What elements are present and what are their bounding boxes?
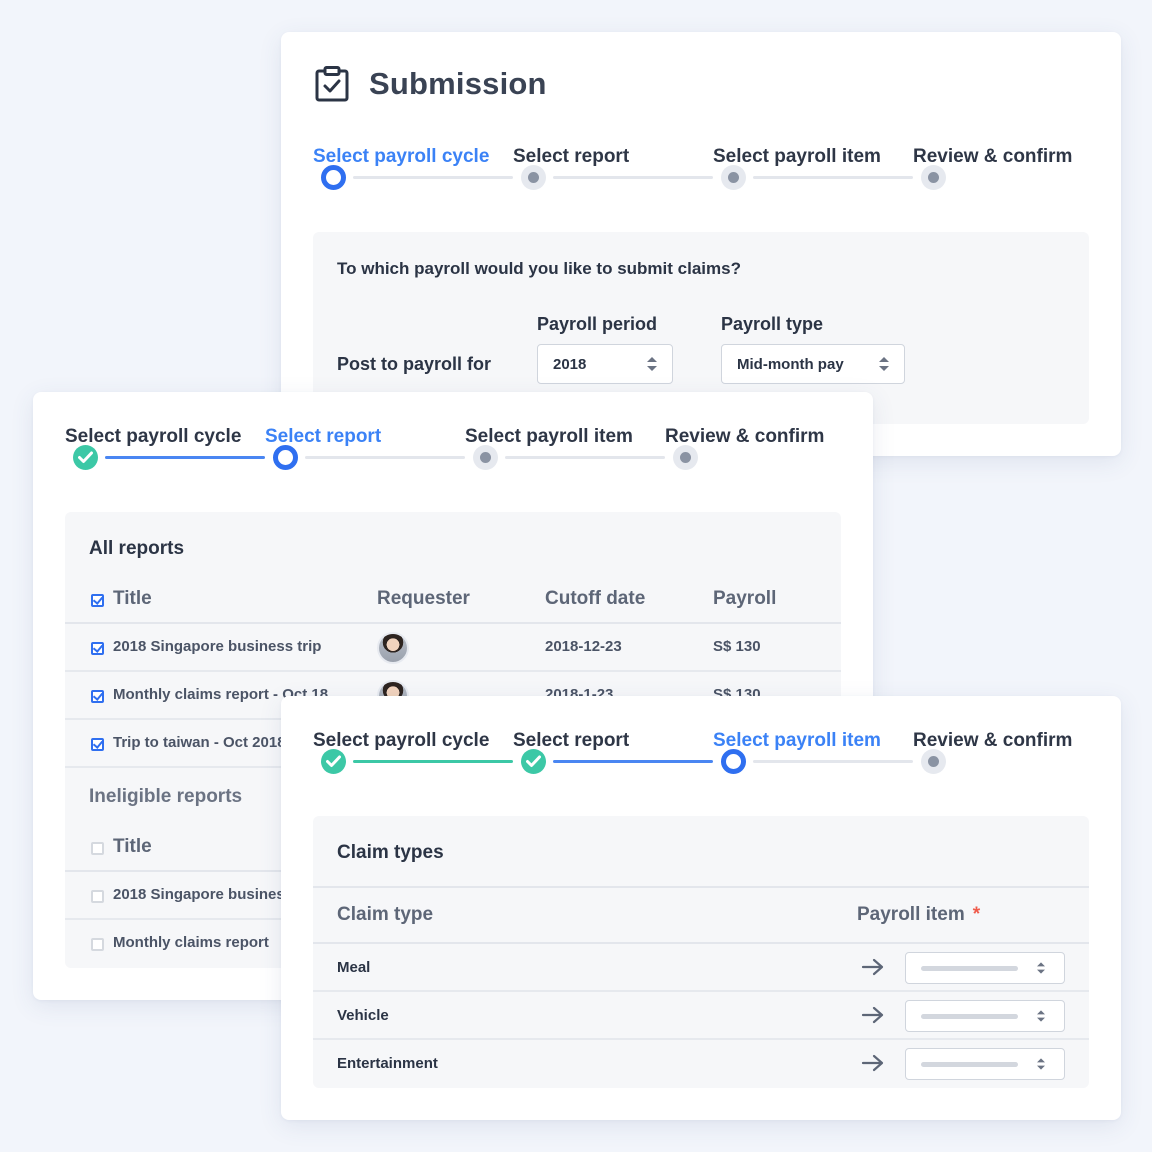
sort-arrows-icon: [1037, 1058, 1045, 1070]
step-connector: [753, 176, 913, 179]
claim-row-entertainment: Entertainment: [313, 1040, 1089, 1088]
check-icon: [321, 749, 346, 774]
stepper: Select payroll cycle Select report Selec…: [65, 426, 865, 486]
step-pending-indicator: [473, 445, 498, 470]
payroll-type-select[interactable]: Mid-month pay: [721, 344, 905, 384]
row-checkbox[interactable]: [91, 690, 104, 703]
payroll-item-select[interactable]: [905, 1000, 1065, 1032]
step-pending-indicator: [673, 445, 698, 470]
step-connector: [353, 176, 513, 179]
stepper: Select payroll cycle Select report Selec…: [313, 730, 1113, 790]
payroll-type-label: Payroll type: [721, 314, 824, 334]
column-title[interactable]: Title: [113, 588, 152, 610]
row-checkbox-disabled: [91, 938, 104, 951]
arrow-right-icon: [861, 1054, 884, 1072]
step-active-indicator: [321, 165, 346, 190]
payroll-type-value: Mid-month pay: [737, 355, 844, 373]
claim-types-header: Claim types: [313, 816, 1089, 888]
step-label-select-payroll-cycle[interactable]: Select payroll cycle: [65, 426, 241, 448]
sort-arrows-icon: [1037, 962, 1045, 974]
table-row[interactable]: 2018 Singapore business trip 2018-12-23 …: [65, 624, 841, 672]
step-pending-indicator: [521, 165, 546, 190]
page-title-row: Submission: [315, 66, 547, 102]
stepper: Select payroll cycle Select report Selec…: [313, 146, 1113, 206]
column-cutoff-date[interactable]: Cutoff date: [545, 588, 645, 610]
step-label-select-payroll-cycle[interactable]: Select payroll cycle: [313, 730, 489, 752]
arrow-right-icon: [861, 958, 884, 976]
page-title: Submission: [369, 66, 547, 101]
step-label-select-payroll-item[interactable]: Select payroll item: [713, 730, 881, 752]
step-pending-indicator: [921, 749, 946, 774]
step-pending-indicator: [921, 165, 946, 190]
payroll-period-select[interactable]: 2018: [537, 344, 673, 384]
claim-type-name: Meal: [337, 959, 371, 976]
column-payroll[interactable]: Payroll: [713, 588, 776, 610]
avatar: [377, 632, 409, 664]
step-connector: [305, 456, 465, 459]
claim-type-name: Entertainment: [337, 1055, 438, 1072]
sort-arrows-icon: [647, 357, 657, 371]
cutoff-date: 2018-12-23: [545, 638, 622, 655]
select-all-checkbox-disabled: [91, 842, 104, 855]
column-requester[interactable]: Requester: [377, 588, 470, 610]
step-connector: [753, 760, 913, 763]
claim-type-name: Vehicle: [337, 1007, 389, 1024]
step-connector: [553, 760, 713, 763]
step-pending-indicator: [721, 165, 746, 190]
select-payroll-item-card: Select payroll cycle Select report Selec…: [281, 696, 1121, 1120]
payroll-period-value: 2018: [553, 355, 587, 373]
sort-arrows-icon: [1037, 1010, 1045, 1022]
claim-table-header: Claim type Payroll item *: [313, 888, 1089, 944]
check-icon: [521, 749, 546, 774]
all-reports-heading: All reports: [89, 538, 185, 559]
post-to-payroll-label: Post to payroll for: [337, 354, 492, 374]
step-label-select-payroll-item[interactable]: Select payroll item: [713, 146, 881, 168]
payroll-amount: S$ 130: [713, 638, 761, 655]
step-connector: [353, 760, 513, 763]
select-all-checkbox[interactable]: [91, 594, 104, 607]
step-connector: [505, 456, 665, 459]
column-payroll-item: Payroll item *: [857, 904, 981, 925]
step-label-select-payroll-cycle[interactable]: Select payroll cycle: [313, 146, 489, 168]
report-title: 2018 Singapore business trip: [113, 638, 322, 655]
payroll-item-select[interactable]: [905, 952, 1065, 984]
claim-types-heading: Claim types: [337, 842, 444, 863]
sort-arrows-icon: [879, 357, 889, 371]
column-claim-type: Claim type: [337, 904, 434, 925]
claim-row-meal: Meal: [313, 944, 1089, 992]
claim-types-panel: Claim types Claim type Payroll item * Mea…: [313, 816, 1089, 1088]
reports-table-header: Title Requester Cutoff date Payroll: [65, 576, 841, 624]
payroll-period-label: Payroll period: [537, 314, 658, 334]
step-connector: [553, 176, 713, 179]
step-active-indicator: [721, 749, 746, 774]
required-asterisk: *: [972, 904, 981, 925]
payroll-question: To which payroll would you like to submi…: [337, 259, 741, 278]
clipboard-check-icon: [315, 66, 349, 102]
row-checkbox-disabled: [91, 890, 104, 903]
check-icon: [73, 445, 98, 470]
row-checkbox[interactable]: [91, 738, 104, 751]
arrow-right-icon: [861, 1006, 884, 1024]
ineligible-reports-heading: Ineligible reports: [89, 786, 243, 807]
row-checkbox[interactable]: [91, 642, 104, 655]
column-title: Title: [113, 836, 152, 857]
claim-row-vehicle: Vehicle: [313, 992, 1089, 1040]
step-label-select-payroll-item[interactable]: Select payroll item: [465, 426, 633, 448]
step-active-indicator: [273, 445, 298, 470]
step-connector: [105, 456, 265, 459]
payroll-item-select[interactable]: [905, 1048, 1065, 1080]
report-title: Trip to taiwan - Oct 2018: [113, 734, 286, 751]
report-title: Monthly claims report: [113, 934, 269, 951]
